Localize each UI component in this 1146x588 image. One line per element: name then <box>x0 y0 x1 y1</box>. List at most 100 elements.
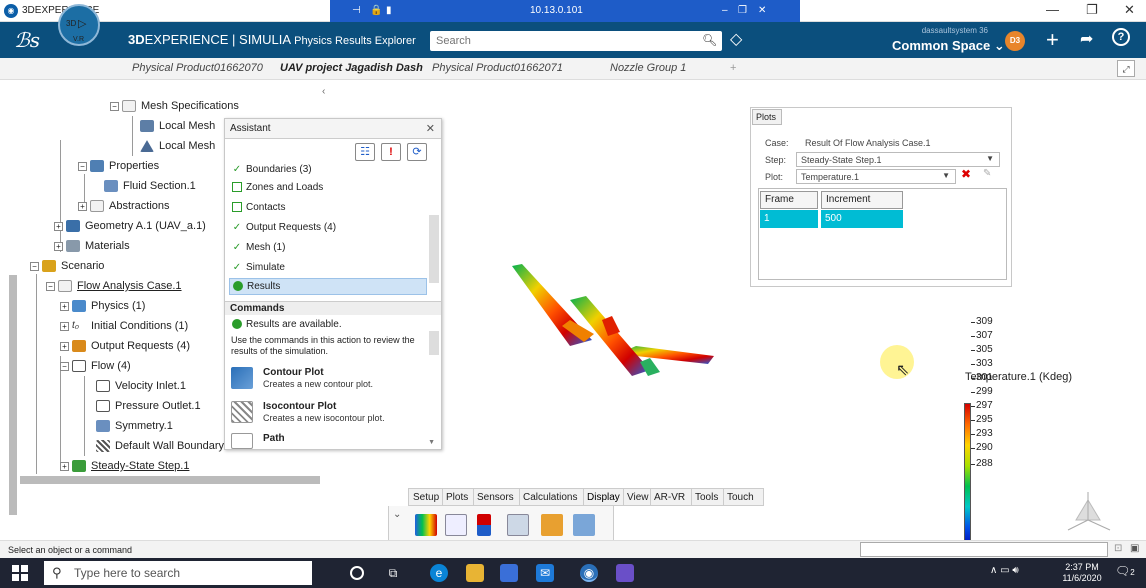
tree-flow[interactable]: − Flow (4) <box>60 360 131 373</box>
split-view-icon[interactable]: ⊡ <box>1114 543 1122 554</box>
close-icon[interactable]: ✕ <box>426 122 435 135</box>
plot-select[interactable]: Temperature.1 ▼ <box>796 169 956 184</box>
remote-restore-icon[interactable]: ❐ <box>738 5 747 16</box>
tree-flow-analysis[interactable]: − Flow Analysis Case.1 <box>46 280 182 293</box>
help-icon[interactable]: ? <box>1112 28 1130 46</box>
tab-sensors[interactable]: Sensors <box>477 492 514 503</box>
search-icon[interactable]: 🔍︎ <box>702 33 717 47</box>
tab-plots[interactable]: Plots <box>446 492 468 503</box>
tab-tools[interactable]: Tools <box>695 492 718 503</box>
legend-display-icon[interactable] <box>477 514 491 536</box>
axis-triad-icon[interactable] <box>1060 490 1116 540</box>
tree-properties[interactable]: − Properties <box>78 160 159 173</box>
step-zones-and-loads[interactable]: Zones and Loads <box>231 182 323 193</box>
plots-tab[interactable]: Plots <box>752 109 782 125</box>
contour-display-icon[interactable] <box>415 514 437 536</box>
isocontour-plot-command[interactable]: Isocontour Plot Creates a new isocontour… <box>231 401 426 427</box>
tree-abstractions[interactable]: + Abstractions <box>78 200 170 213</box>
tree-horizontal-scrollbar[interactable] <box>20 476 320 484</box>
windows-start-icon[interactable] <box>12 565 28 581</box>
contour-plot-command[interactable]: Contour Plot Creates a new contour plot. <box>231 367 426 393</box>
tree-output-requests[interactable]: + Output Requests (4) <box>60 340 190 353</box>
tree-velocity-inlet[interactable]: Velocity Inlet.1 <box>96 380 186 393</box>
edge-icon[interactable]: e <box>430 564 448 582</box>
pin-icon[interactable]: ⊣ <box>352 5 361 16</box>
3dexperience-icon[interactable]: ◉ <box>580 564 598 582</box>
tag-icon[interactable]: ◇ <box>730 29 742 49</box>
expand-icon[interactable]: ⤢ <box>1117 60 1135 77</box>
new-tab-button[interactable]: + <box>730 62 736 74</box>
scroll-down-icon[interactable]: ▼ <box>428 439 435 446</box>
close-icon[interactable]: ✕ <box>1124 2 1135 18</box>
dassault-logo-icon[interactable]: ℬs <box>14 28 40 52</box>
list-view-icon[interactable]: ☷ <box>355 143 375 161</box>
path-command[interactable]: Path <box>231 433 426 449</box>
settings-display-icon[interactable] <box>541 514 563 536</box>
taskbar-search[interactable]: Type here to search <box>44 561 312 585</box>
tab-physical-product-2[interactable]: Physical Product01662071 <box>432 62 563 74</box>
step-select[interactable]: Steady-State Step.1 ▼ <box>796 152 1000 167</box>
stop-icon[interactable]: ▣ <box>1130 543 1139 554</box>
notifications-icon[interactable]: 🗨︎2 <box>1115 564 1135 578</box>
tree-vertical-scrollbar[interactable] <box>9 275 17 515</box>
tree-default-wall[interactable]: Default Wall Boundary <box>96 440 224 453</box>
tree-physics[interactable]: + Physics (1) <box>60 300 145 313</box>
layout-display-icon[interactable] <box>507 514 529 536</box>
mail-icon[interactable]: ✉ <box>536 564 554 582</box>
tree-scenario[interactable]: − Scenario <box>30 260 104 273</box>
clock[interactable]: 2:37 PM 11/6/2020 <box>1062 562 1102 584</box>
tree-fluid-section[interactable]: Fluid Section.1 <box>104 180 196 193</box>
search-box[interactable]: 🔍︎ <box>430 31 722 51</box>
step-output-requests[interactable]: ✓ Output Requests (4) <box>231 222 336 233</box>
command-input[interactable] <box>860 542 1108 557</box>
tab-nozzle-group[interactable]: Nozzle Group 1 <box>610 62 686 74</box>
cortana-icon[interactable] <box>350 566 364 580</box>
app-icon[interactable] <box>616 564 634 582</box>
store-icon[interactable] <box>500 564 518 582</box>
remote-close-icon[interactable]: ✕ <box>758 5 766 16</box>
avatar[interactable]: D3 <box>1005 31 1025 51</box>
tree-local-mesh-1[interactable]: Local Mesh <box>140 120 215 133</box>
plus-icon[interactable]: + <box>1046 27 1059 53</box>
tree-local-mesh-2[interactable]: Local Mesh <box>140 140 215 153</box>
tree-initial-conditions[interactable]: + t₀ Initial Conditions (1) <box>60 320 188 333</box>
minimize-icon[interactable]: — <box>1046 2 1059 17</box>
tab-physical-product-1[interactable]: Physical Product01662070 <box>132 62 263 74</box>
tree-steady-state[interactable]: + Steady-State Step.1 <box>60 460 189 473</box>
tab-display[interactable]: Display <box>587 492 620 503</box>
tree-geometry[interactable]: + Geometry A.1 (UAV_a.1) <box>54 220 206 233</box>
system-tray-icons[interactable]: ∧ ▭ 🔊︎ <box>990 565 1019 576</box>
step-simulate[interactable]: ✓ Simulate <box>231 262 285 273</box>
tab-calculations[interactable]: Calculations <box>523 492 577 503</box>
commands-scrollbar[interactable] <box>429 331 439 355</box>
refresh-icon[interactable]: ⟳ <box>407 143 427 161</box>
table-cell[interactable]: 1 <box>760 210 818 228</box>
space-selector[interactable]: Common Space ⌄ <box>892 38 1005 54</box>
remote-minimize-icon[interactable]: – <box>722 5 728 16</box>
tab-uav-project[interactable]: UAV project Jagadish Dash <box>280 62 423 74</box>
tree-mesh-specifications[interactable]: − Mesh Specifications <box>110 100 239 113</box>
play-icon[interactable]: ▷ <box>78 17 86 30</box>
task-view-icon[interactable]: ⧉ <box>384 564 402 582</box>
maximize-icon[interactable]: ❐ <box>1086 2 1098 18</box>
plot-options-icon[interactable]: ✖ <box>961 167 971 181</box>
tab-view[interactable]: View <box>627 492 649 503</box>
file-explorer-icon[interactable] <box>466 564 484 582</box>
tab-touch[interactable]: Touch <box>727 492 754 503</box>
tree-materials[interactable]: + Materials <box>54 240 130 253</box>
uav-model[interactable] <box>500 260 730 390</box>
step-contacts[interactable]: Contacts <box>231 202 285 213</box>
edit-icon[interactable]: ✎ <box>983 168 991 179</box>
step-results[interactable]: Results <box>229 278 427 295</box>
warning-icon[interactable]: ! <box>381 143 401 161</box>
compass-widget[interactable]: 3D ▷ V.R <box>58 4 100 46</box>
table-cell[interactable]: 500 <box>821 210 903 228</box>
chevron-down-icon[interactable]: ⌄ <box>393 509 401 520</box>
search-input[interactable] <box>430 31 680 51</box>
tree-symmetry[interactable]: Symmetry.1 <box>96 420 173 433</box>
grid-display-icon[interactable] <box>445 514 467 536</box>
share-icon[interactable]: ➦ <box>1080 29 1093 49</box>
steps-scrollbar[interactable] <box>429 215 439 283</box>
step-mesh[interactable]: ✓ Mesh (1) <box>231 242 286 253</box>
tab-setup[interactable]: Setup <box>413 492 439 503</box>
